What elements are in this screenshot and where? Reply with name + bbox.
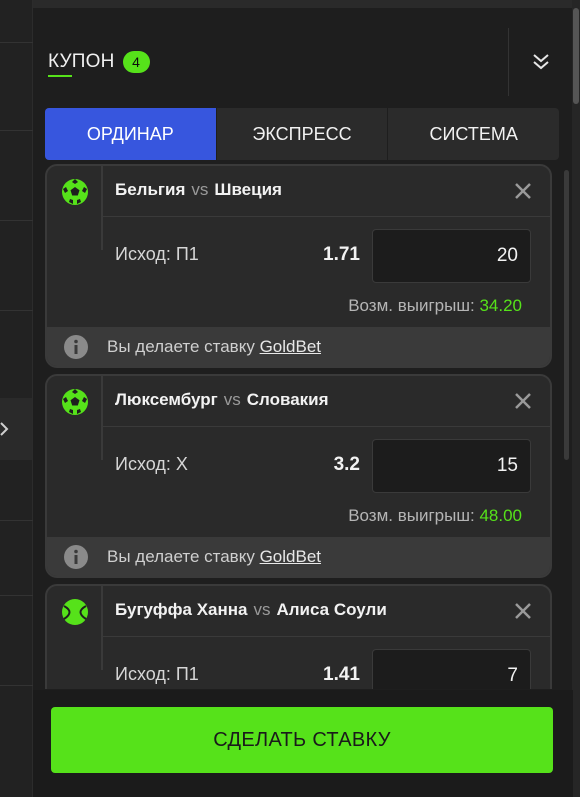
divider [0,310,33,311]
bookmaker-caption: Вы делаете ставку [107,546,255,566]
potential-win: Возм. выигрыш: 48.00 [348,506,522,526]
expand-sidebar-button[interactable] [0,398,32,460]
divider [0,595,33,596]
coupon-panel: КУПОН 4 ОРДИНАР ЭКСПРЕСС СИСТЕМА Бельгия… [33,0,580,797]
bookmaker-info: Вы делаете ставку GoldBet [47,537,550,576]
sport-cell [47,376,103,460]
tab-express[interactable]: ЭКСПРЕСС [215,108,388,160]
team-away: Словакия [246,390,329,409]
stake-input[interactable]: 7 [372,649,531,689]
close-icon [515,393,531,409]
match-title: Люксембург vs Словакия [115,390,329,410]
potential-win-value: 34.20 [479,296,522,315]
close-icon [515,183,531,199]
collapse-coupon-button[interactable] [508,28,573,96]
vs-label: vs [253,600,271,619]
bookmaker-link[interactable]: GoldBet [260,547,321,566]
team-away: Швеция [214,180,282,199]
panel-top-bar [33,0,573,8]
player-home: Бугуффа Ханна [115,600,248,619]
potential-win-value: 48.00 [479,506,522,525]
stake-input[interactable]: 20 [372,229,531,283]
double-chevron-down-icon [533,54,549,70]
bookmaker-text: Вы делаете ставку GoldBet [107,337,321,357]
team-home: Бельгия [115,180,186,199]
chevron-right-icon [0,422,9,436]
background-sidebar [0,0,33,797]
remove-bet-button[interactable] [512,600,534,622]
bet-type-tabs: ОРДИНАР ЭКСПРЕСС СИСТЕМА [45,108,559,160]
vs-label: vs [223,390,241,409]
bet-card: Бельгия vs Швеция Исход: П1 1.71 20 Возм. … [45,164,552,368]
divider [0,130,33,131]
soccer-ball-icon [62,179,88,205]
coupon-title: КУПОН [48,51,115,77]
odds-value: 1.41 [323,664,360,685]
divider [0,220,33,221]
sport-cell [47,166,103,250]
soccer-ball-icon [62,389,88,415]
odds-value: 3.2 [333,454,360,475]
team-home: Люксембург [115,390,218,409]
scrollbar-thumb[interactable] [573,8,579,104]
odds-value: 1.71 [323,244,360,265]
outcome-label: Исход: П1 [115,664,199,684]
match-title: Бугуффа Ханна vs Алиса Соули [115,600,387,620]
match-row: Бугуффа Ханна vs Алиса Соули [103,586,550,637]
stake-input[interactable]: 15 [372,439,531,493]
remove-bet-button[interactable] [512,180,534,202]
info-icon [64,334,88,359]
divider [0,685,33,686]
match-row: Люксембург vs Словакия [103,376,550,427]
match-title: Бельгия vs Швеция [115,180,282,200]
player-away: Алиса Соули [276,600,387,619]
divider [0,520,33,521]
coupon-footer: СДЕЛАТЬ СТАВКУ [33,690,573,797]
tennis-ball-icon [62,599,88,625]
info-icon [64,544,88,569]
coupon-header: КУПОН 4 [33,28,573,96]
outcome-label: Исход: П1 [115,244,199,264]
potential-win: Возм. выигрыш: 34.20 [348,296,522,316]
sport-cell [47,586,103,670]
outcome-label: Исход: X [115,454,188,474]
bet-list: Бельгия vs Швеция Исход: П1 1.71 20 Возм. … [45,164,552,689]
vs-label: vs [191,180,209,199]
bookmaker-link[interactable]: GoldBet [260,337,321,356]
match-row: Бельгия vs Швеция [103,166,550,217]
tab-system[interactable]: СИСТЕМА [387,108,559,160]
divider [0,42,33,43]
coupon-count-badge: 4 [122,51,150,73]
bet-card: Люксембург vs Словакия Исход: X 3.2 15 Воз… [45,374,552,578]
potential-win-label: Возм. выигрыш: [348,296,475,315]
bets-scrollbar[interactable] [564,170,569,460]
bookmaker-text: Вы делаете ставку GoldBet [107,547,321,567]
page-scrollbar[interactable] [572,0,580,797]
close-icon [515,603,531,619]
place-bet-button[interactable]: СДЕЛАТЬ СТАВКУ [51,707,553,773]
remove-bet-button[interactable] [512,390,534,412]
potential-win-label: Возм. выигрыш: [348,506,475,525]
bet-card: Бугуффа Ханна vs Алиса Соули Исход: П1 1.4… [45,584,552,689]
bookmaker-info: Вы делаете ставку GoldBet [47,327,550,366]
bookmaker-caption: Вы делаете ставку [107,336,255,356]
tab-single[interactable]: ОРДИНАР [45,108,216,160]
